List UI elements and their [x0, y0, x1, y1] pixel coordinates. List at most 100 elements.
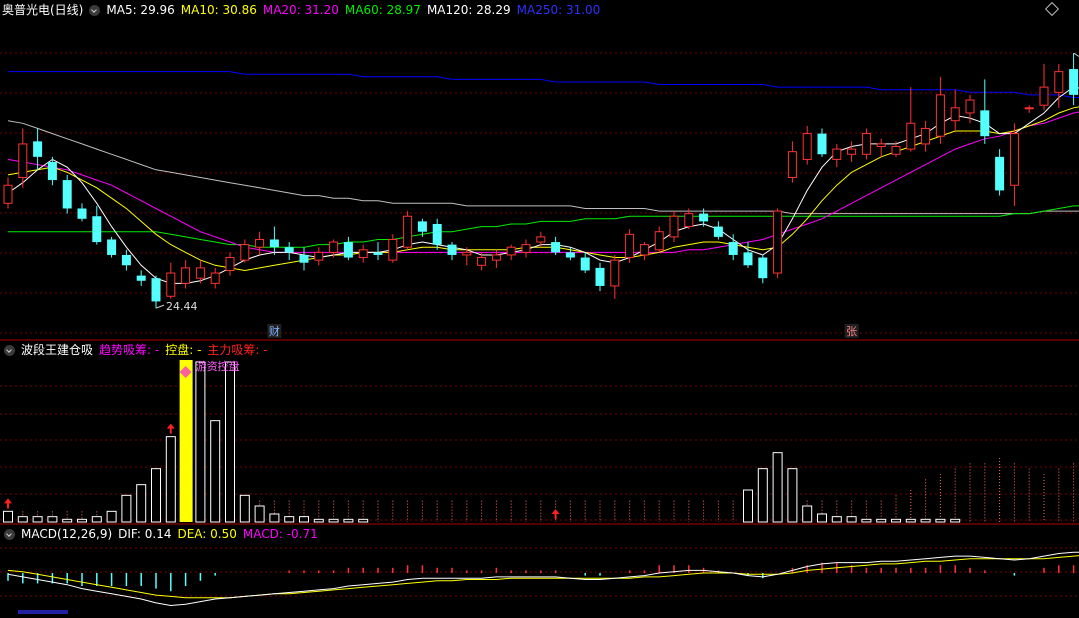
- stock-title[interactable]: 奥普光电(日线): [2, 0, 83, 20]
- candle-body-up: [462, 251, 472, 256]
- candlestick: [18, 128, 28, 188]
- indicator-bar: [743, 489, 753, 523]
- indicator-pane-header: 波段王建仓吸 趋势吸筹: - 控盘: - 主力吸筹: -: [0, 340, 274, 360]
- indicator-name[interactable]: 波段王建仓吸: [21, 340, 93, 360]
- candle-body-down: [151, 278, 161, 302]
- candle-body-up: [225, 257, 235, 271]
- candle-body-up: [3, 184, 13, 204]
- indicator-bar: [358, 518, 369, 523]
- candle-body-down: [551, 242, 561, 253]
- candle-body-up: [255, 238, 265, 248]
- ma5-line: [7, 86, 1079, 284]
- indicator-bar: [3, 510, 13, 523]
- chevron-down-icon[interactable]: [4, 528, 15, 540]
- candle-body-up: [669, 215, 679, 238]
- candle-body-down: [432, 223, 442, 245]
- candle-body-down: [373, 252, 383, 255]
- indicator-bar: [861, 518, 872, 523]
- macd-pane-header: MACD(12,26,9) DIF: 0.14 DEA: 0.50 MACD: …: [0, 524, 324, 544]
- indicator-bar: [935, 518, 946, 523]
- candlestick: [358, 244, 368, 263]
- candle-body-up: [610, 259, 620, 287]
- candlestick: [802, 125, 812, 165]
- indicator-bar: [47, 516, 58, 523]
- candle-body-up: [847, 148, 857, 155]
- candlestick: [447, 242, 457, 261]
- candlestick: [595, 262, 605, 292]
- ma20-line: [7, 111, 1079, 253]
- candle-body-up: [18, 143, 28, 179]
- candlestick: [181, 260, 191, 289]
- candle-body-up: [1054, 71, 1064, 93]
- candle-body-down: [343, 242, 353, 258]
- up-arrow-icon: [4, 498, 12, 509]
- indicator-bar: [831, 516, 842, 523]
- candle-body-up: [388, 238, 398, 261]
- stock-chart-svg[interactable]: 34.3224.44财张游资控盘: [0, 0, 1079, 614]
- event-marker-cai: 财: [269, 324, 280, 338]
- candle-body-up: [210, 272, 220, 284]
- indicator-bar: [195, 361, 206, 523]
- indicator-bar: [757, 468, 768, 523]
- candlestick: [314, 247, 324, 266]
- candle-body-up: [802, 133, 812, 160]
- candlestick: [151, 275, 161, 309]
- indicator-bar: [343, 518, 354, 523]
- candlestick: [876, 138, 886, 157]
- candle-body-up: [654, 231, 664, 251]
- candlestick: [713, 221, 723, 240]
- candlestick: [743, 242, 753, 268]
- candle-body-up: [506, 246, 516, 256]
- candlestick: [861, 128, 871, 160]
- candle-body-up: [521, 244, 531, 253]
- ma10-line: [7, 106, 1079, 272]
- dea-line: [7, 555, 1079, 599]
- candle-body-up: [1039, 86, 1049, 106]
- ma60-label: MA60: 28.97: [344, 3, 421, 17]
- candle-body-down: [136, 275, 146, 281]
- candlestick: [906, 87, 916, 152]
- candle-body-up: [684, 213, 694, 228]
- candle-body-up: [773, 210, 783, 274]
- candlestick: [284, 242, 294, 261]
- candle-body-up: [329, 241, 339, 253]
- chevron-down-icon[interactable]: [89, 4, 101, 16]
- candle-body-up: [832, 148, 842, 160]
- candle-body-up: [639, 244, 649, 256]
- candlestick: [980, 79, 990, 144]
- event-marker-zhang: 张: [846, 325, 857, 338]
- indicator-bar: [950, 518, 961, 523]
- candle-body-down: [284, 247, 294, 253]
- candlestick: [580, 252, 590, 274]
- indicator-bar: [210, 420, 221, 523]
- candlestick: [639, 242, 649, 261]
- candle-body-down: [107, 239, 117, 255]
- candle-body-down: [758, 257, 768, 279]
- candle-body-down: [995, 156, 1005, 191]
- macd-name[interactable]: MACD(12,26,9): [21, 524, 112, 544]
- indicator-bar: [106, 510, 117, 523]
- candle-body-up: [477, 257, 487, 266]
- candlestick: [1039, 63, 1049, 111]
- indicator-bar: [17, 516, 28, 523]
- candlestick: [758, 254, 768, 284]
- candle-body-up: [1009, 133, 1019, 186]
- indicator-bar: [817, 513, 827, 523]
- candlestick: [210, 267, 220, 289]
- candle-body-down: [33, 141, 43, 157]
- chevron-down-icon[interactable]: [4, 344, 15, 356]
- candlestick: [107, 236, 117, 258]
- candle-body-up: [491, 254, 501, 261]
- candle-body-up: [965, 99, 975, 114]
- candlestick: [654, 226, 664, 253]
- up-arrow-icon: [166, 423, 175, 434]
- macd-value-label: MACD: -0.71: [242, 527, 318, 541]
- chart-stage[interactable]: 34.3224.44财张游资控盘: [0, 0, 1079, 614]
- candlestick: [950, 89, 960, 132]
- ma120-label: MA120: 28.29: [426, 3, 511, 17]
- candle-body-up: [536, 236, 546, 243]
- dif-line: [7, 551, 1079, 607]
- candlestick: [62, 174, 72, 214]
- indicator-bar: [920, 518, 931, 523]
- ma250-line: [8, 71, 1079, 98]
